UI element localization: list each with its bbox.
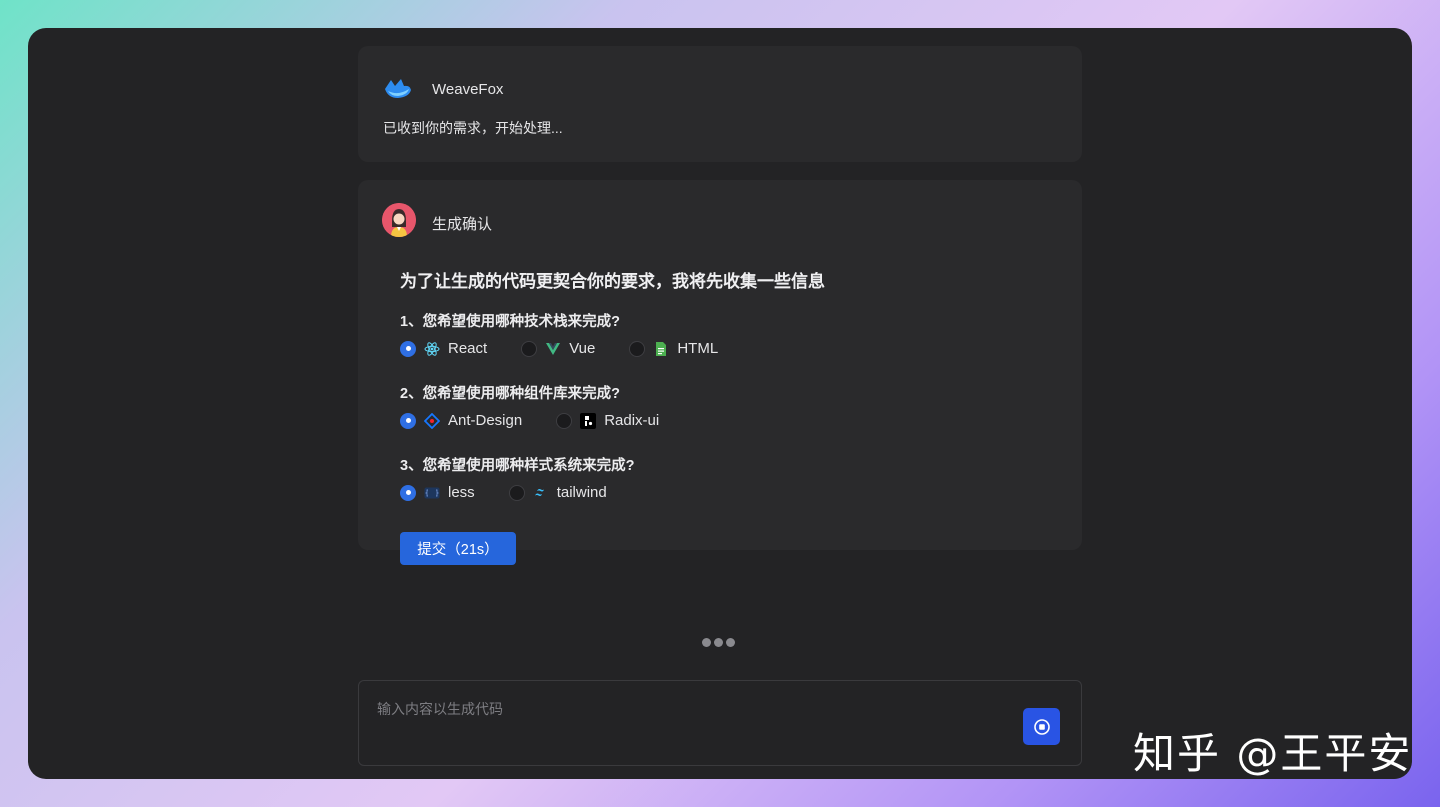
radio-button[interactable]: [556, 412, 573, 429]
radio-button[interactable]: [508, 484, 525, 501]
option-label: Vue: [569, 340, 596, 357]
question-style-system: 3、您希望使用哪种样式系统来完成?: [400, 458, 635, 474]
bot-message-card: WeaveFox 已收到你的需求，开始处理...: [358, 46, 1082, 162]
option-label: React: [448, 340, 488, 357]
weavefox-logo-icon: [382, 76, 414, 102]
option-label: HTML: [677, 340, 719, 357]
option-ant-design[interactable]: Ant-Design: [400, 412, 522, 429]
html-icon: [653, 341, 669, 357]
radio-button[interactable]: [629, 340, 646, 357]
sender-name: WeaveFox: [432, 81, 504, 98]
radio-group-style-system: less tailwind: [400, 484, 641, 501]
ant-design-icon: [424, 412, 440, 429]
typing-dot: [702, 638, 711, 647]
option-label: Ant-Design: [448, 412, 523, 429]
option-label: tailwind: [556, 484, 607, 501]
option-vue[interactable]: Vue: [521, 340, 595, 357]
option-tailwind[interactable]: tailwind: [508, 484, 607, 501]
option-html[interactable]: HTML: [629, 340, 718, 357]
typing-dot: [714, 638, 723, 647]
option-radix-ui[interactable]: Radix-ui: [556, 412, 659, 429]
vue-icon: [545, 341, 561, 357]
less-icon: [424, 485, 440, 501]
radio-group-tech-stack: React Vue HTML: [400, 340, 752, 357]
radio-button[interactable]: [400, 340, 416, 357]
typing-dot: [726, 638, 735, 647]
option-label: less: [448, 484, 475, 501]
radio-button[interactable]: [521, 340, 538, 357]
radio-button[interactable]: [400, 412, 416, 429]
radio-button[interactable]: [400, 484, 416, 501]
prompt-input-container: [358, 680, 1082, 766]
option-label: Radix-ui: [604, 412, 660, 429]
typing-indicator: [702, 638, 735, 647]
option-less[interactable]: less: [400, 484, 475, 501]
avatar: [382, 203, 416, 237]
radio-group-component-library: Ant-Design Radix-ui: [400, 412, 693, 429]
option-react[interactable]: React: [400, 340, 487, 357]
form-title: 为了让生成的代码更契合你的要求，我将先收集一些信息: [400, 272, 825, 291]
prompt-input[interactable]: [375, 697, 999, 751]
react-icon: [424, 341, 440, 357]
sender-name: 生成确认: [432, 216, 493, 233]
question-tech-stack: 1、您希望使用哪种技术栈来完成?: [400, 314, 620, 330]
question-component-library: 2、您希望使用哪种组件库来完成?: [400, 386, 620, 402]
tailwind-icon: [533, 485, 549, 501]
confirm-card: 生成确认 为了让生成的代码更契合你的要求，我将先收集一些信息 1、您希望使用哪种…: [358, 180, 1082, 565]
app-window: WeaveFox 已收到你的需求，开始处理... 生成确认 为了让生成的代码更契…: [28, 28, 1412, 779]
watermark: 知乎 @王平安: [1133, 729, 1413, 778]
submit-button[interactable]: 提交（21s）: [400, 532, 516, 565]
stop-button[interactable]: [1023, 708, 1060, 745]
message-text: 已收到你的需求，开始处理...: [383, 120, 563, 136]
stop-icon: [1033, 718, 1050, 735]
radix-icon: [580, 412, 597, 429]
